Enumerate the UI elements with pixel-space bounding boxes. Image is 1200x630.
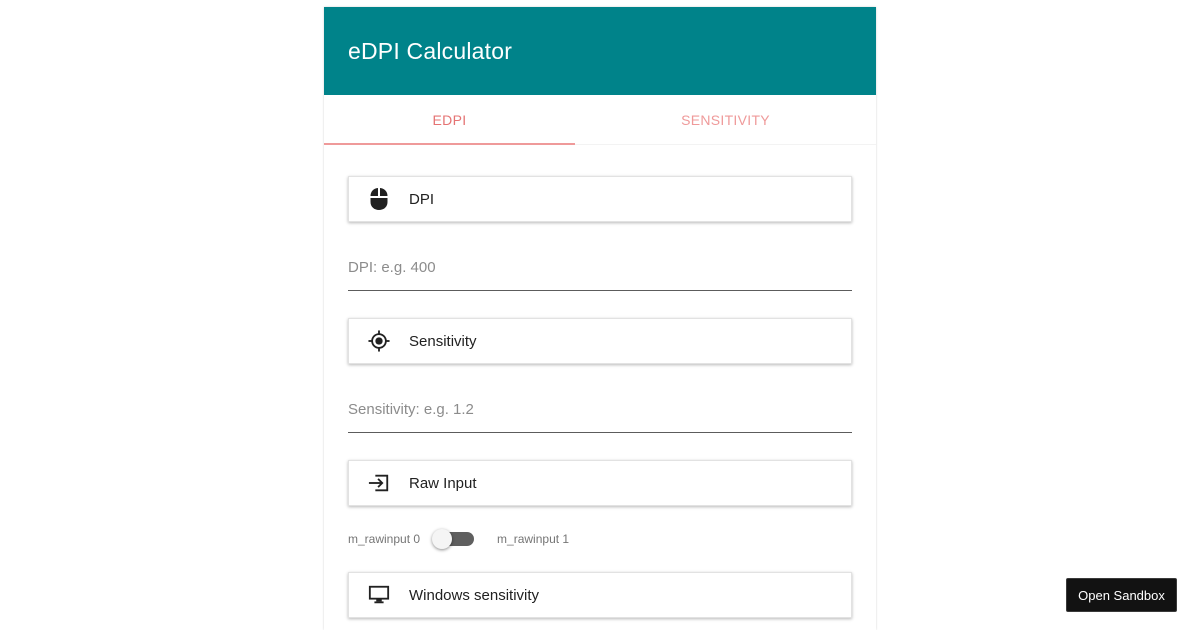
raw-input-section-header: Raw Input xyxy=(348,460,852,506)
dpi-input[interactable] xyxy=(348,256,852,291)
dpi-section-label: DPI xyxy=(409,190,435,208)
raw-input-toggle[interactable] xyxy=(432,529,478,549)
active-tab-indicator xyxy=(324,143,575,145)
windows-sensitivity-section-header: Windows sensitivity xyxy=(348,572,852,618)
sensitivity-section-label: Sensitivity xyxy=(409,332,477,350)
monitor-icon xyxy=(368,584,390,606)
tab-edpi[interactable]: EDPI xyxy=(324,95,575,144)
tab-sensitivity[interactable]: SENSITIVITY xyxy=(575,95,876,144)
raw-input-off-label: m_rawinput 0 xyxy=(348,532,421,546)
raw-input-on-label: m_rawinput 1 xyxy=(497,532,570,546)
tab-bar: EDPI SENSITIVITY xyxy=(324,95,876,145)
sensitivity-field xyxy=(348,364,852,433)
sensitivity-section-header: Sensitivity xyxy=(348,318,852,364)
app-bar: eDPI Calculator xyxy=(324,7,876,95)
input-icon xyxy=(368,472,390,494)
mouse-icon xyxy=(368,188,390,210)
windows-sensitivity-section-label: Windows sensitivity xyxy=(409,586,540,604)
open-sandbox-button[interactable]: Open Sandbox xyxy=(1066,578,1177,612)
edpi-form: DPI Sensitivity xyxy=(324,145,876,618)
sensitivity-input[interactable] xyxy=(348,398,852,433)
crosshair-icon xyxy=(368,330,390,352)
app-title: eDPI Calculator xyxy=(348,37,513,64)
toggle-thumb xyxy=(432,529,453,549)
dpi-section-header: DPI xyxy=(348,176,852,222)
raw-input-section-label: Raw Input xyxy=(409,474,477,492)
dpi-field xyxy=(348,222,852,291)
edpi-calculator-app: eDPI Calculator EDPI SENSITIVITY DPI DPI… xyxy=(324,7,876,630)
raw-input-toggle-row: m_rawinput 0 m_rawinput 1 xyxy=(348,506,852,572)
